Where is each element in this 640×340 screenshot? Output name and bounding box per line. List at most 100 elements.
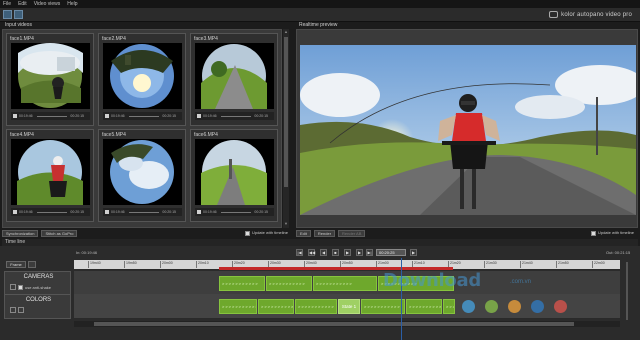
frame-options-icon[interactable] (28, 261, 36, 268)
timeline-clip[interactable]: >>>>>>>>>>> (361, 299, 405, 314)
video-tile[interactable]: face1.MP4 00:19:46 00:20:15 (6, 33, 94, 126)
go-end-icon[interactable]: ▶| (366, 249, 373, 256)
video-tile[interactable]: face5.MP4 00:19:46 00:20:15 (98, 129, 186, 222)
render-ab-button[interactable]: Render AB (338, 229, 366, 237)
seek-bar[interactable] (36, 115, 68, 117)
track-name: COLORS (25, 297, 52, 303)
track-lane[interactable]: >>>>>>>>>>> >>>>>>>>>>> >>>>>>>>>>> >>>>… (74, 271, 620, 296)
preview-footer: Edit Render Render AB Update with timeli… (296, 229, 638, 237)
ruler-tick: 20m00 (160, 261, 173, 268)
video-thumbnail (11, 139, 90, 205)
scroll-thumb[interactable] (94, 322, 574, 326)
camera-settings-icon[interactable] (10, 284, 16, 290)
in-time: In: 00:19:46 (76, 250, 98, 255)
watermark-domain: .com.vn (510, 279, 532, 285)
watermark-dot (508, 300, 521, 313)
ruler-tick: 20m50 (340, 261, 353, 268)
update-with-timeline-preview[interactable]: Update with timeline (590, 230, 634, 236)
tile-controls: 00:19:46 00:20:15 (11, 112, 90, 120)
kolor-logo-icon (549, 11, 559, 18)
watermark-dot (554, 300, 567, 313)
play-icon[interactable] (13, 210, 17, 214)
track-header: COLORS (4, 294, 71, 319)
video-tile[interactable]: face6.MP4 00:19:46 00:20:15 (190, 129, 278, 222)
anti-shake-label: use anti-shake (25, 284, 52, 290)
timeline-panel: In: 00:19:46 |◀ ◀◀ ◀ ■ ▶ ▶ ▶| 00:20:25 ▶… (0, 246, 640, 340)
video-tile[interactable]: face3.MP4 00:19:46 00:20:15 (190, 33, 278, 126)
seek-bar[interactable] (220, 115, 252, 117)
play-icon[interactable] (105, 210, 109, 214)
input-videos-panel: face1.MP4 00:19:46 00:20:15 face2.MP4 00… (2, 29, 282, 228)
stop-icon[interactable]: ■ (332, 249, 339, 256)
timeline-title: Time line (2, 239, 638, 246)
checkbox-icon[interactable] (590, 230, 596, 236)
timeline-clip[interactable]: >>>>>>>>>>> (313, 276, 377, 291)
timeline-scrollbar[interactable] (74, 321, 620, 327)
stitch-button[interactable]: Stitch as GoPro (41, 229, 78, 237)
play-icon[interactable] (13, 114, 17, 118)
tile-controls: 00:19:46 00:20:15 (11, 208, 90, 216)
frame-button[interactable]: Frame (6, 261, 26, 268)
menu-file[interactable]: File (3, 1, 11, 7)
seek-bar[interactable] (220, 211, 252, 213)
seek-bar[interactable] (36, 211, 68, 213)
jump-icon[interactable]: ▶ (410, 249, 417, 256)
current-time-field[interactable]: 00:20:25 (376, 249, 406, 256)
menu-help[interactable]: Help (67, 1, 77, 7)
seek-bar[interactable] (128, 115, 160, 117)
play-icon[interactable] (105, 114, 109, 118)
video-tile[interactable]: face2.MP4 00:19:46 00:20:15 (98, 33, 186, 126)
input-videos-title: Input videos (5, 22, 32, 28)
watermark-dot (462, 300, 475, 313)
scroll-thumb[interactable] (284, 37, 288, 187)
update-with-timeline-label: Update with timeline (597, 230, 634, 236)
menu-video-views[interactable]: Video views (34, 1, 61, 7)
tile-label: face6.MP4 (194, 132, 218, 138)
scroll-up-icon[interactable]: ▲ (284, 30, 288, 34)
video-tile[interactable]: face4.MP4 00:19:46 00:20:15 (6, 129, 94, 222)
color-edit-icon[interactable] (18, 307, 24, 313)
timeline-clip[interactable]: >>>>>>>>>>> (443, 299, 455, 314)
zoom-slider[interactable] (622, 262, 632, 320)
menu-edit[interactable]: Edit (18, 1, 27, 7)
toolbar: kolor autopano video pro (0, 8, 640, 22)
scroll-down-icon[interactable]: ▼ (284, 222, 288, 226)
timeline-clip[interactable]: >>>>>>>>>>> (295, 299, 337, 314)
watermark-dot (485, 300, 498, 313)
timeline-clip[interactable]: >>>>>>>>>>> (258, 299, 294, 314)
play-icon[interactable] (197, 210, 201, 214)
color-settings-icon[interactable] (10, 307, 16, 313)
go-start-icon[interactable]: |◀ (296, 249, 303, 256)
video-thumbnail (195, 43, 274, 109)
prev-frame-icon[interactable]: ◀ (320, 249, 327, 256)
menu-bar: File Edit Video views Help (0, 0, 640, 8)
video-thumbnail (103, 139, 182, 205)
seek-bar[interactable] (128, 211, 160, 213)
step-back-icon[interactable]: ◀◀ (308, 249, 315, 256)
next-frame-icon[interactable]: ▶ (356, 249, 363, 256)
render-button[interactable]: Render (313, 229, 336, 237)
time-start: 00:19:46 (111, 114, 125, 118)
zoom-rail[interactable] (626, 262, 628, 320)
video-thumbnail (11, 43, 90, 109)
timeline-clip[interactable]: >>>>>>>>>>> (219, 299, 257, 314)
play-icon[interactable] (197, 114, 201, 118)
update-with-timeline-input[interactable]: Update with timeline (244, 230, 288, 236)
import-icon[interactable] (3, 10, 12, 19)
play-icon[interactable]: ▶ (344, 249, 351, 256)
panorama-preview[interactable] (300, 45, 636, 215)
checkbox-icon[interactable] (244, 230, 250, 236)
stitch-icon[interactable] (14, 10, 23, 19)
input-videos-scrollbar[interactable]: ▲ ▼ (283, 29, 289, 228)
anti-shake-checkbox[interactable] (18, 284, 23, 290)
timeline-clip[interactable]: >>>>>>>>>>> (219, 276, 265, 291)
time-end: 00:20:15 (254, 210, 268, 214)
timeline-clip[interactable]: >>>>>>>>>>> (406, 299, 442, 314)
edit-button[interactable]: Edit (296, 229, 311, 237)
time-start: 00:19:46 (203, 210, 217, 214)
timeline-clip[interactable]: >>>>>>>>>>> (266, 276, 312, 291)
realtime-preview-panel (296, 29, 638, 228)
ruler-tick: 21m10 (412, 261, 425, 268)
synchronization-button[interactable]: Synchronization (2, 229, 39, 237)
color-state-clip[interactable]: State 1 (338, 299, 360, 314)
